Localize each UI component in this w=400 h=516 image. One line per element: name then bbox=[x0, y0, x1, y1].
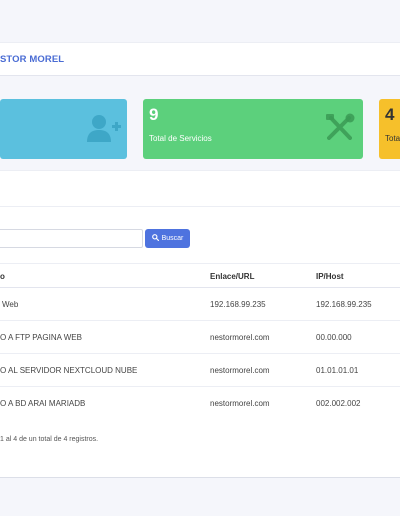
cell-host: 192.168.99.235 bbox=[316, 300, 372, 309]
table-row[interactable]: O AL SERVIDOR NEXTCLOUD NUBE nestormorel… bbox=[0, 354, 400, 387]
page-header: STOR MOREL bbox=[0, 42, 400, 76]
column-header-host[interactable]: IP/Host bbox=[316, 272, 344, 281]
column-header-name[interactable]: o bbox=[0, 272, 5, 281]
cell-url: nestormorel.com bbox=[210, 399, 270, 408]
search-icon bbox=[151, 234, 159, 243]
page-title: STOR MOREL bbox=[0, 54, 65, 65]
table-info: 1 al 4 de un total de 4 registros. bbox=[0, 436, 99, 443]
stat-label: Tota bbox=[385, 134, 400, 143]
table-row[interactable]: O A BD ARAI MARIADB nestormorel.com 002.… bbox=[0, 387, 400, 420]
cell-url: nestormorel.com bbox=[210, 333, 270, 342]
cell-name: O AL SERVIDOR NEXTCLOUD NUBE bbox=[0, 366, 138, 375]
divider bbox=[0, 206, 400, 207]
column-header-url[interactable]: Enlace/URL bbox=[210, 272, 254, 281]
table-header: o Enlace/URL IP/Host bbox=[0, 263, 400, 288]
table-row[interactable]: Web 192.168.99.235 192.168.99.235 bbox=[0, 288, 400, 321]
cell-name: O A BD ARAI MARIADB bbox=[0, 399, 86, 408]
services-card: Buscar o Enlace/URL IP/Host Web 192.168.… bbox=[0, 170, 400, 478]
stat-card-total[interactable]: 4 Tota bbox=[379, 99, 400, 159]
stat-card-services[interactable]: 9 Total de Servicios bbox=[143, 99, 363, 159]
cell-url: 192.168.99.235 bbox=[210, 300, 266, 309]
table-row[interactable]: O A FTP PAGINA WEB nestormorel.com 00.00… bbox=[0, 321, 400, 354]
cell-name: Web bbox=[2, 300, 19, 309]
cell-url: nestormorel.com bbox=[210, 366, 270, 375]
cell-name: O A FTP PAGINA WEB bbox=[0, 333, 82, 342]
stat-number: 9 bbox=[149, 105, 159, 124]
search-input[interactable] bbox=[0, 229, 143, 248]
cell-host: 00.00.000 bbox=[316, 333, 352, 342]
search-button[interactable]: Buscar bbox=[145, 229, 190, 248]
cell-host: 002.002.002 bbox=[316, 399, 361, 408]
cell-host: 01.01.01.01 bbox=[316, 366, 359, 375]
add-user-icon bbox=[86, 113, 122, 148]
stat-card-users[interactable] bbox=[0, 99, 127, 159]
top-bar bbox=[0, 0, 400, 30]
stat-label: Total de Servicios bbox=[149, 134, 212, 143]
stat-number: 4 bbox=[385, 105, 395, 124]
tools-icon bbox=[324, 113, 356, 148]
search-button-label: Buscar bbox=[161, 235, 184, 242]
